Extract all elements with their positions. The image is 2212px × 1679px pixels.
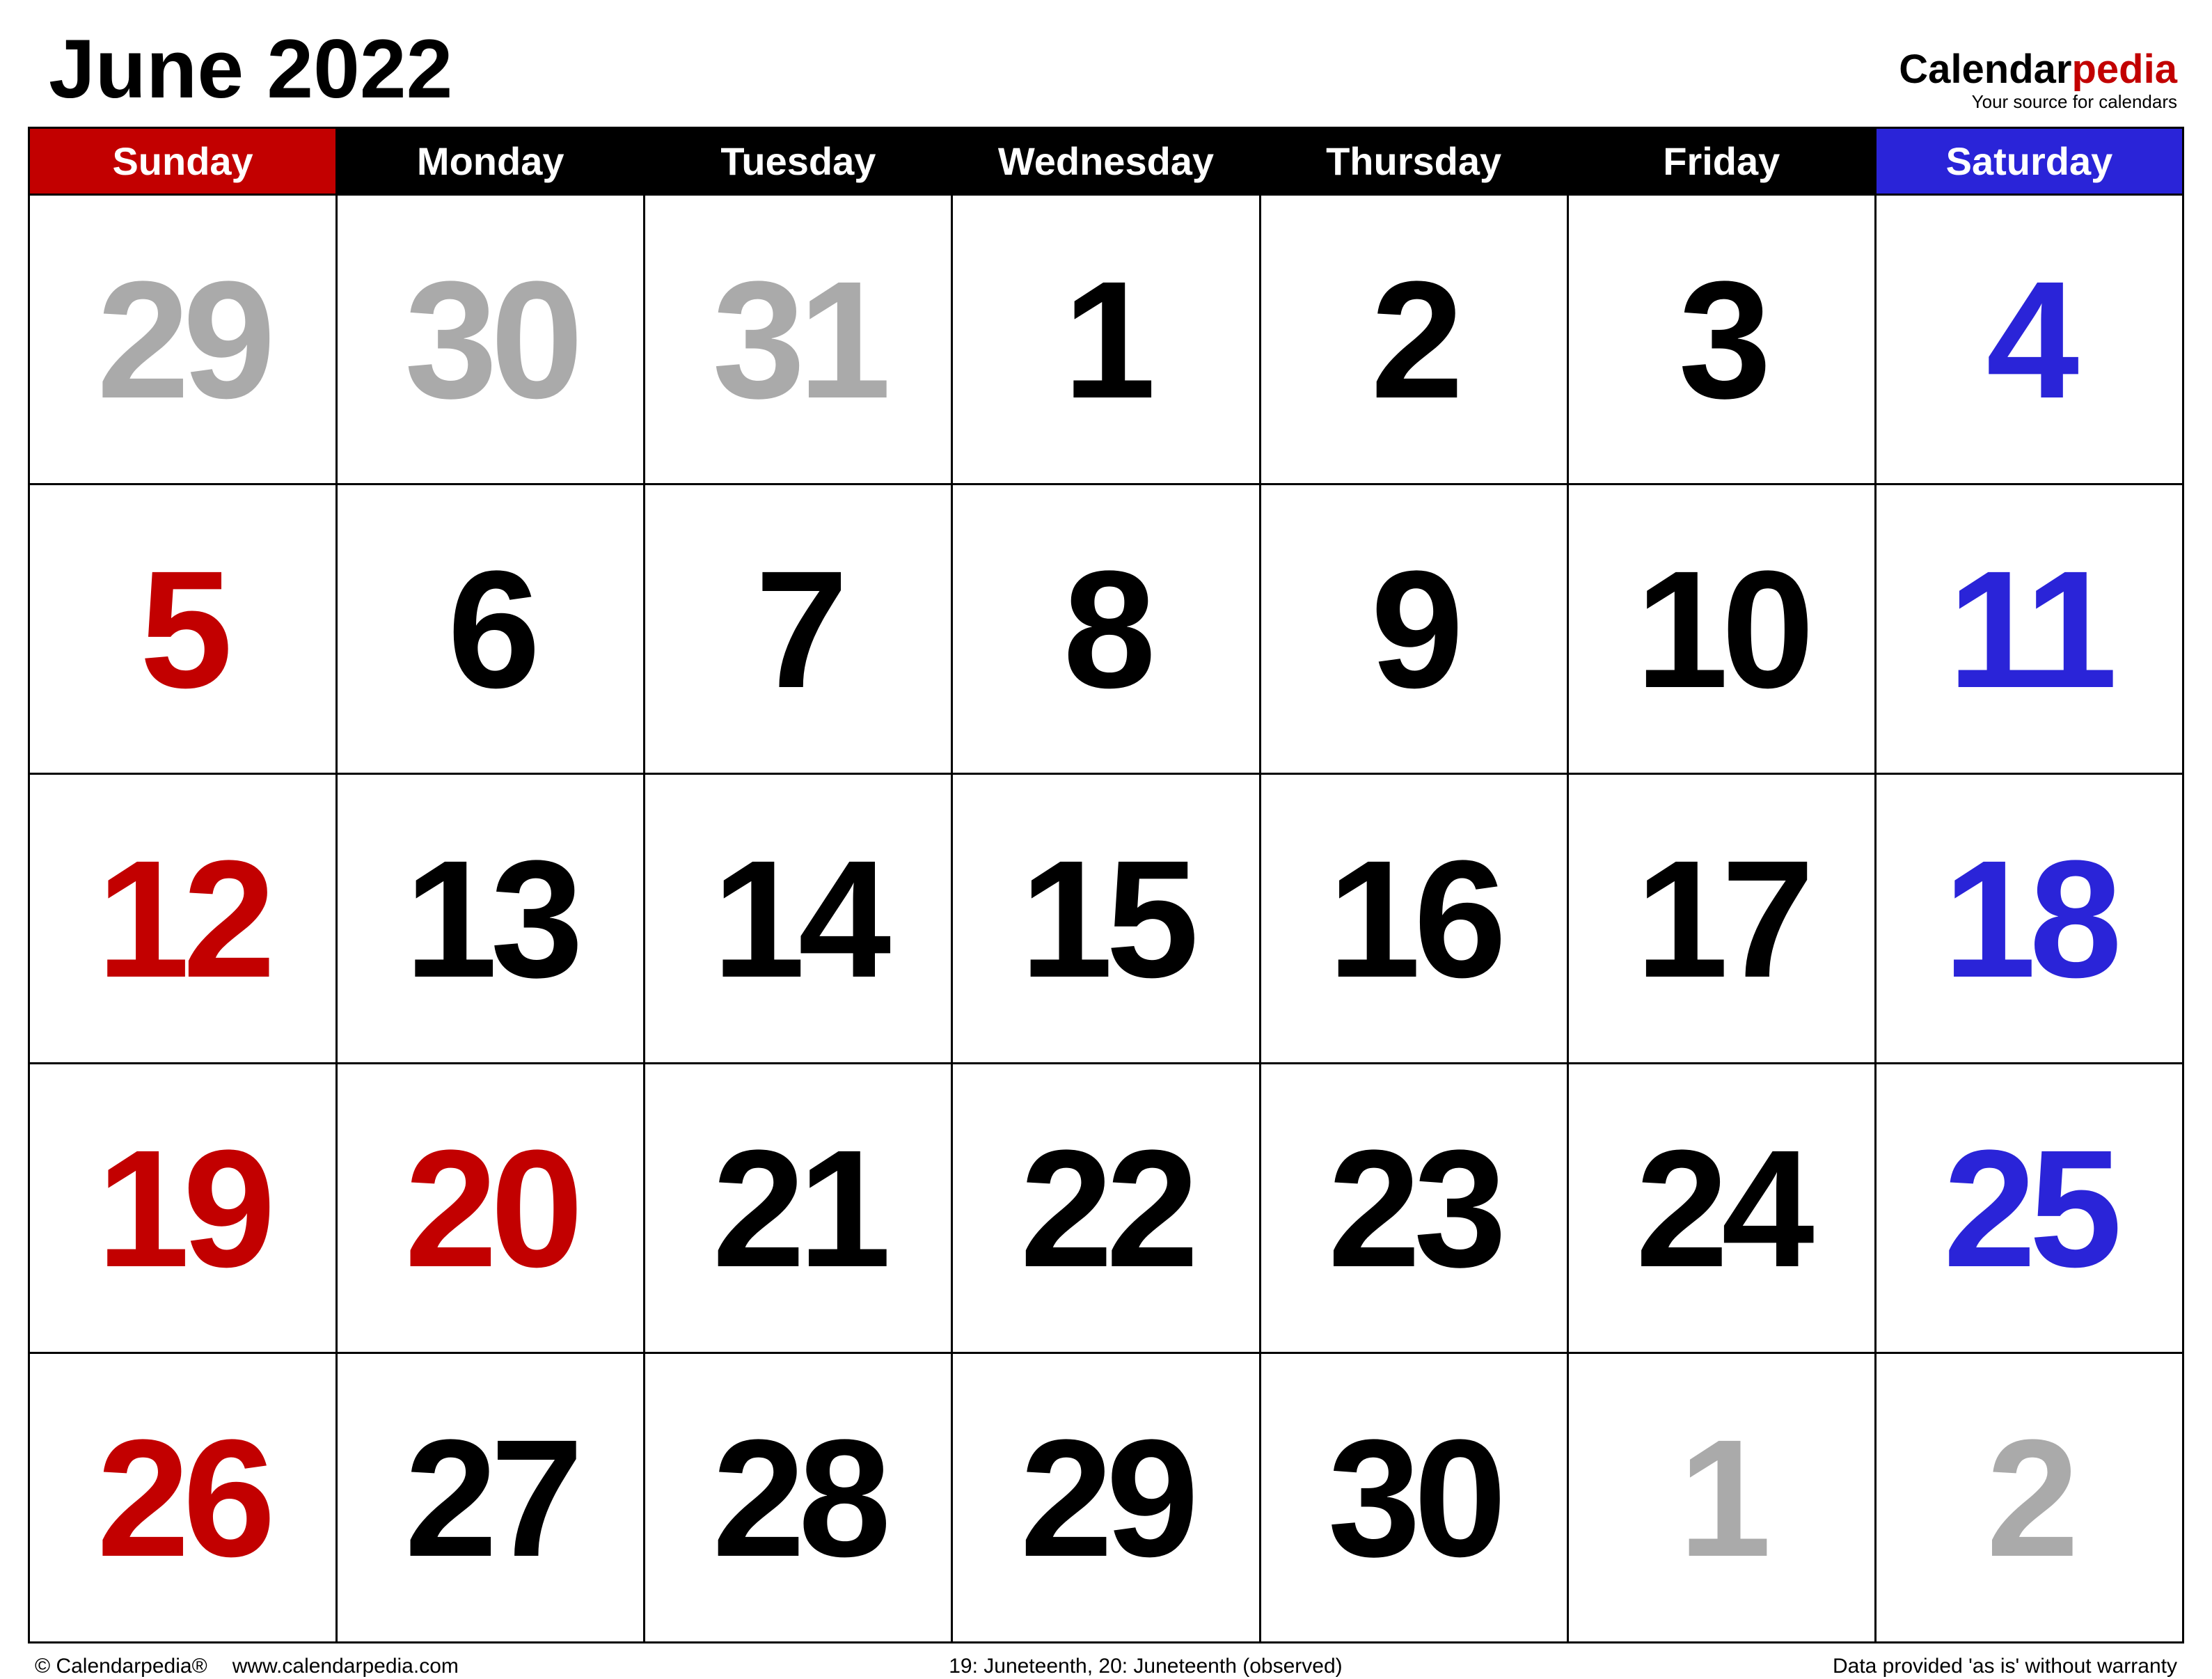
- weekday-header-tuesday: Tuesday: [645, 128, 952, 195]
- footer-left: © Calendarpedia® www.calendarpedia.com: [35, 1655, 459, 1678]
- calendar-day-cell: 17: [1567, 774, 1875, 1064]
- calendar-day-cell: 8: [952, 484, 1260, 774]
- calendar-day-cell: 7: [645, 484, 952, 774]
- calendar-day-cell: 10: [1567, 484, 1875, 774]
- calendar-day-cell: 3: [1567, 195, 1875, 484]
- calendar-day-cell: 14: [645, 774, 952, 1064]
- brand: Calendarpedia Your source for calendars: [1899, 49, 2184, 117]
- calendar-day-cell: 1: [952, 195, 1260, 484]
- calendar-day-cell: 31: [645, 195, 952, 484]
- calendar-day-cell: 23: [1260, 1064, 1567, 1353]
- calendar-day-cell: 18: [1875, 774, 2183, 1064]
- calendar-body: 2930311234567891011121314151617181920212…: [29, 195, 2183, 1643]
- calendar-day-cell: 15: [952, 774, 1260, 1064]
- weekday-header-saturday: Saturday: [1875, 128, 2183, 195]
- brand-name: Calendarpedia: [1899, 49, 2177, 90]
- calendar-day-cell: 25: [1875, 1064, 2183, 1353]
- weekday-header-thursday: Thursday: [1260, 128, 1567, 195]
- brand-part1: Calendar: [1899, 47, 2071, 92]
- calendar-day-cell: 4: [1875, 195, 2183, 484]
- calendar-day-cell: 6: [337, 484, 645, 774]
- calendar-week-row: 567891011: [29, 484, 2183, 774]
- calendar-day-cell: 13: [337, 774, 645, 1064]
- calendar-day-cell: 30: [1260, 1353, 1567, 1643]
- brand-tagline: Your source for calendars: [1899, 91, 2177, 113]
- calendar-day-cell: 20: [337, 1064, 645, 1353]
- calendar-week-row: 2930311234: [29, 195, 2183, 484]
- calendar-day-cell: 24: [1567, 1064, 1875, 1353]
- calendar-day-cell: 1: [1567, 1353, 1875, 1643]
- footer-url: www.calendarpedia.com: [232, 1655, 459, 1678]
- calendar-day-cell: 30: [337, 195, 645, 484]
- calendar-table: Sunday Monday Tuesday Wednesday Thursday…: [28, 127, 2184, 1643]
- weekday-header-sunday: Sunday: [29, 128, 337, 195]
- calendar-week-row: 12131415161718: [29, 774, 2183, 1064]
- calendar-day-cell: 9: [1260, 484, 1567, 774]
- header: June 2022 Calendarpedia Your source for …: [28, 21, 2184, 127]
- calendar-day-cell: 16: [1260, 774, 1567, 1064]
- page-title: June 2022: [49, 21, 452, 117]
- brand-part2: pedia: [2072, 47, 2178, 92]
- calendar-day-cell: 5: [29, 484, 337, 774]
- calendar-day-cell: 2: [1260, 195, 1567, 484]
- calendar-week-row: 262728293012: [29, 1353, 2183, 1643]
- footer-copyright: © Calendarpedia®: [35, 1655, 207, 1678]
- calendar-day-cell: 28: [645, 1353, 952, 1643]
- calendar-day-cell: 12: [29, 774, 337, 1064]
- calendar-day-cell: 29: [952, 1353, 1260, 1643]
- weekday-header-friday: Friday: [1567, 128, 1875, 195]
- calendar-day-cell: 29: [29, 195, 337, 484]
- footer-disclaimer: Data provided 'as is' without warranty: [1833, 1655, 2177, 1678]
- calendar-day-cell: 22: [952, 1064, 1260, 1353]
- footer: © Calendarpedia® www.calendarpedia.com 1…: [28, 1643, 2184, 1678]
- calendar-day-cell: 27: [337, 1353, 645, 1643]
- calendar-day-cell: 11: [1875, 484, 2183, 774]
- weekday-header-wednesday: Wednesday: [952, 128, 1260, 195]
- calendar-week-row: 19202122232425: [29, 1064, 2183, 1353]
- calendar-day-cell: 26: [29, 1353, 337, 1643]
- weekday-header-row: Sunday Monday Tuesday Wednesday Thursday…: [29, 128, 2183, 195]
- weekday-header-monday: Monday: [337, 128, 645, 195]
- calendar-day-cell: 19: [29, 1064, 337, 1353]
- calendar-day-cell: 2: [1875, 1353, 2183, 1643]
- calendar-day-cell: 21: [645, 1064, 952, 1353]
- footer-holidays: 19: Juneteenth, 20: Juneteenth (observed…: [949, 1655, 1342, 1678]
